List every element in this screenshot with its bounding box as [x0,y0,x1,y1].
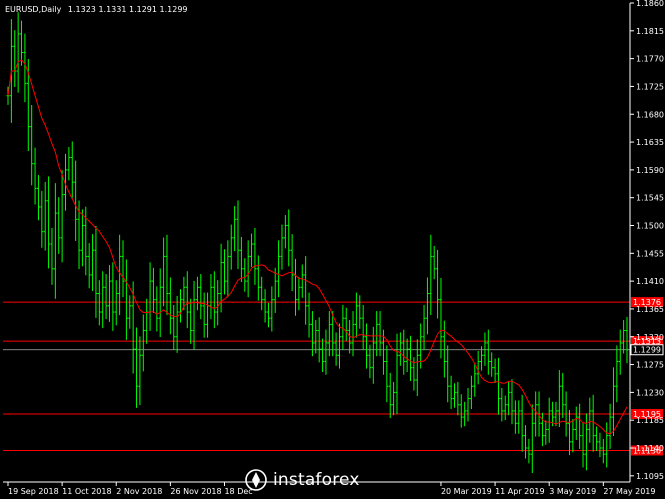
ohlc-values: 1.1323 1.1331 1.1291 1.1299 [68,5,188,14]
y-tick-label: 1.1635 [636,138,664,147]
x-tick-label: 26 Nov 2018 [170,487,221,496]
y-tick-label: 1.1185 [636,416,664,425]
y-tick-label: 1.1230 [636,388,664,397]
x-tick-label: 11 Oct 2018 [62,487,111,496]
x-tick-label: 27 May 2019 [603,487,655,496]
y-tick-label: 1.1410 [636,277,664,286]
x-tick-label: 11 Apr 2019 [495,487,544,496]
y-tick-label: 1.1545 [636,194,664,203]
y-tick-label: 1.1500 [636,222,664,231]
y-tick-label: 1.1860 [636,0,664,8]
y-tick-label: 1.1725 [636,82,664,91]
chart-background [0,0,665,499]
y-tick-label: 1.1275 [636,361,664,370]
price-chart[interactable]: 1.13761.13131.11951.11361.1299 1.18601.1… [0,0,665,499]
current-price-label: 1.1299 [633,346,661,355]
watermark-text: instaforex [273,470,360,490]
y-tick-label: 1.1770 [636,55,664,64]
watermark: instaforex [245,468,405,492]
instaforex-logo-icon [245,469,267,491]
y-tick-label: 1.1455 [636,249,664,258]
symbol-timeframe: EURUSD,Daily [5,5,62,14]
x-tick-label: 2 Nov 2018 [116,487,162,496]
x-tick-label: 20 Mar 2019 [441,487,492,496]
x-tick-label: 3 May 2019 [549,487,596,496]
y-tick-label: 1.1365 [636,305,664,314]
y-tick-label: 1.1815 [636,27,664,36]
y-tick-label: 1.1095 [636,472,664,481]
y-tick-label: 1.1680 [636,110,664,119]
x-tick-label: 19 Sep 2018 [8,487,59,496]
y-tick-label: 1.1590 [636,166,664,175]
y-tick-label: 1.1320 [636,333,664,342]
y-tick-label: 1.1140 [636,444,664,453]
chart-header: EURUSD,Daily 1.1323 1.1331 1.1291 1.1299 [5,5,188,14]
